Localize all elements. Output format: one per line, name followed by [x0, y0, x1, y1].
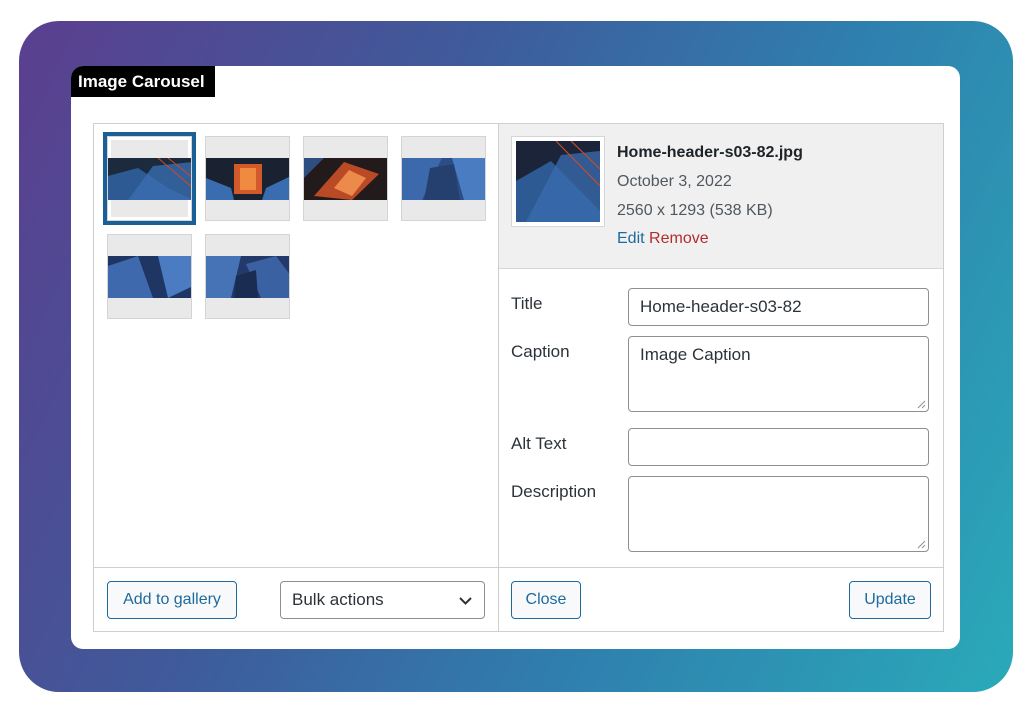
caption-label: Caption — [511, 342, 570, 361]
alt-text-label: Alt Text — [511, 434, 567, 453]
alt-text-field[interactable] — [628, 428, 929, 466]
gallery-thumbnail-5[interactable] — [107, 234, 192, 319]
bulk-actions-select[interactable]: Bulk actions — [280, 581, 485, 619]
description-label: Description — [511, 482, 597, 501]
resize-grip-icon[interactable] — [917, 400, 926, 409]
title-label: Title — [511, 294, 543, 313]
thumbnail-image — [108, 256, 191, 298]
gallery-panel: Add to gallery Bulk actions — [93, 123, 499, 632]
gallery-thumbnail-6[interactable] — [205, 234, 290, 319]
gallery-thumbnail-3[interactable] — [303, 136, 388, 221]
attachment-summary: Home-header-s03-82.jpg October 3, 2022 2… — [499, 124, 943, 269]
remove-link[interactable]: Remove — [649, 230, 709, 247]
attachment-details-panel: Home-header-s03-82.jpg October 3, 2022 2… — [498, 123, 944, 632]
attachment-date: October 3, 2022 — [617, 173, 732, 190]
gallery-thumbnail-2[interactable] — [205, 136, 290, 221]
caption-field[interactable]: Image Caption — [628, 336, 929, 412]
gallery-footer: Add to gallery Bulk actions — [94, 567, 498, 631]
title-field[interactable] — [628, 288, 929, 326]
edit-link[interactable]: Edit — [617, 230, 645, 247]
attachment-dimensions: 2560 x 1293 (538 KB) — [617, 202, 773, 219]
thumbnail-image — [206, 158, 289, 200]
gallery-thumbnail-4[interactable] — [401, 136, 486, 221]
thumbnail-image — [402, 158, 485, 200]
thumbnail-image — [206, 256, 289, 298]
attachment-actions: Edit Remove — [617, 230, 709, 248]
update-button[interactable]: Update — [849, 581, 931, 619]
bulk-actions-value: Bulk actions — [292, 590, 384, 609]
add-to-gallery-button[interactable]: Add to gallery — [107, 581, 237, 619]
attachment-preview — [511, 136, 605, 227]
thumbnail-image — [304, 158, 387, 200]
resize-grip-icon[interactable] — [917, 540, 926, 549]
attachment-filename: Home-header-s03-82.jpg — [617, 144, 803, 161]
description-field[interactable] — [628, 476, 929, 552]
chevron-down-icon — [459, 597, 472, 605]
thumbnail-image — [108, 158, 191, 200]
caption-value: Image Caption — [640, 345, 751, 364]
details-footer: Close Update — [499, 567, 943, 631]
gallery-thumbnail-1[interactable] — [103, 132, 196, 225]
widget-title: Image Carousel — [71, 66, 215, 97]
close-button[interactable]: Close — [511, 581, 581, 619]
gallery-modal: Image Carousel Add to gallery Bulk actio… — [71, 66, 960, 649]
